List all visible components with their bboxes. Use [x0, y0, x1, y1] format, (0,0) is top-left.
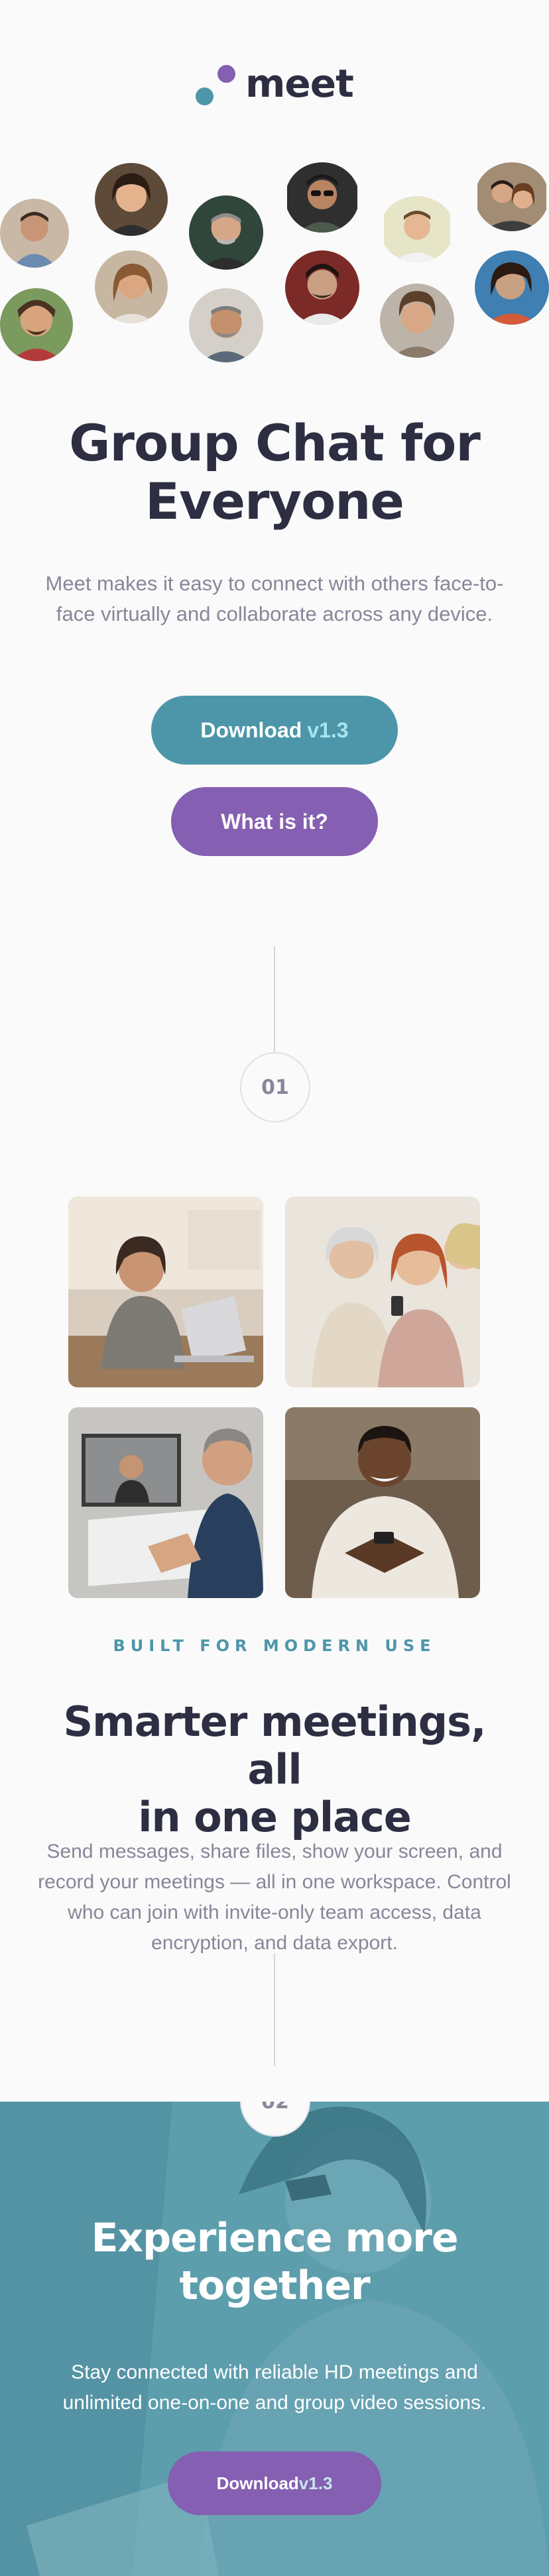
avatar — [0, 199, 69, 268]
section-eyebrow: BUILT FOR MODERN USE — [113, 1637, 436, 1655]
download-button[interactable]: Download v1.3 — [151, 696, 398, 765]
avatar — [475, 250, 549, 325]
cta-download-button[interactable]: Download v1.3 — [168, 2451, 381, 2515]
photo-man-video-call — [68, 1407, 263, 1598]
cta-section: 02 Experience more together Stay connect… — [0, 2102, 549, 2576]
avatar — [285, 162, 359, 233]
avatar — [285, 250, 359, 325]
step-divider-line — [274, 946, 275, 1052]
section-description: Send messages, share files, show your sc… — [38, 1841, 511, 1954]
photo-women-phone — [285, 1197, 480, 1387]
avatar — [189, 288, 263, 362]
avatar — [95, 250, 168, 323]
version-label: v1.3 — [298, 2473, 333, 2493]
logo-wordmark: meet — [245, 61, 354, 106]
step-number-01: 01 — [240, 1052, 310, 1122]
hero-title: Group Chat for Everyone — [69, 413, 481, 531]
avatar — [380, 196, 454, 262]
cta-title: Experience more together — [91, 2215, 458, 2309]
photo-woman-laptop — [68, 1197, 263, 1387]
avatar — [189, 195, 263, 270]
avatar — [380, 284, 454, 358]
avatar — [95, 163, 168, 236]
avatar — [475, 162, 549, 231]
what-is-it-button[interactable]: What is it? — [171, 787, 378, 856]
logo-mark-icon — [196, 65, 237, 105]
step-divider-line — [274, 1953, 275, 2066]
version-label: v1.3 — [307, 718, 349, 742]
brand-logo[interactable]: meet — [196, 61, 355, 107]
hero-description: Meet makes it easy to connect with other… — [45, 572, 504, 625]
avatar — [0, 288, 73, 361]
cta-description: Stay connected with reliable HD meetings… — [62, 2361, 487, 2414]
section-title: Smarter meetings, all in one place — [63, 1697, 486, 1841]
photo-man-smartphone — [285, 1407, 480, 1598]
